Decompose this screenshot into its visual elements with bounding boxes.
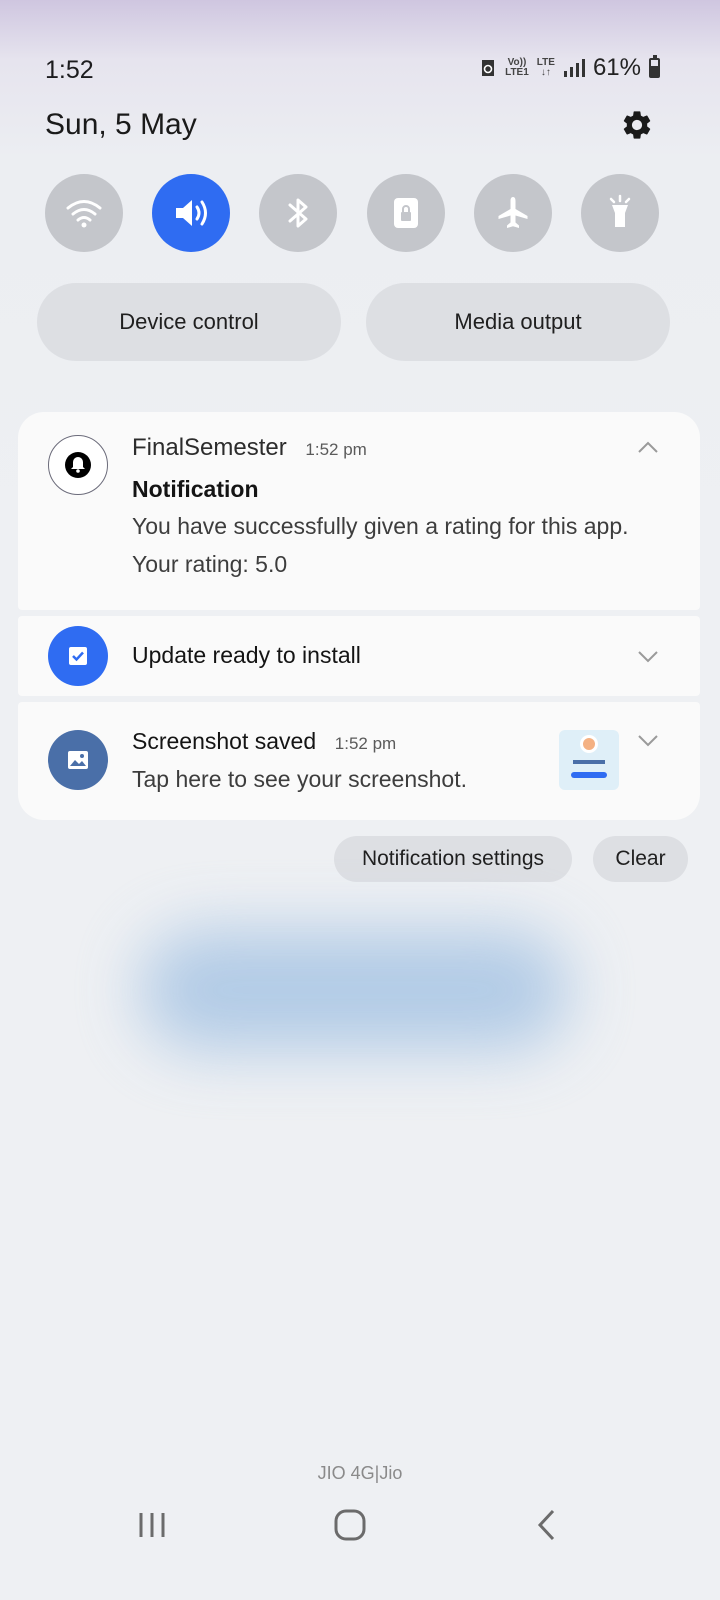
volte-indicator: Vo)) LTE1 xyxy=(505,57,529,78)
screenshot-preview-image xyxy=(571,735,607,778)
battery-icon xyxy=(649,55,660,78)
image-icon xyxy=(68,751,88,769)
status-icons: Vo)) LTE1 LTE ↓↑ 61% xyxy=(479,54,660,82)
home-icon[interactable] xyxy=(333,1508,367,1542)
screenshot-body: Tap here to see your screenshot. xyxy=(132,766,467,792)
carrier-label: JIO 4G|Jio xyxy=(317,1463,403,1483)
recent-apps-icon[interactable] xyxy=(135,1510,169,1540)
sound-toggle[interactable] xyxy=(152,174,230,252)
airplane-toggle[interactable] xyxy=(474,174,552,252)
screenshot-thumbnail[interactable] xyxy=(559,730,619,790)
airplane-icon xyxy=(498,197,528,228)
flashlight-icon xyxy=(609,194,631,227)
date-label: Sun, 5 May xyxy=(45,108,197,141)
notification-time: 1:52 pm xyxy=(305,440,367,459)
update-check-icon xyxy=(69,647,87,665)
notification-card-update[interactable]: Update ready to install xyxy=(18,616,700,696)
device-control-button[interactable]: Device control xyxy=(37,283,341,361)
screenshot-app-icon xyxy=(48,730,108,790)
sync-icon xyxy=(482,60,495,76)
notification-panel: FinalSemester 1:52 pm Notification You h… xyxy=(18,412,700,820)
chevron-up-icon[interactable] xyxy=(637,440,659,454)
flashlight-toggle[interactable] xyxy=(581,174,659,252)
bell-icon xyxy=(65,452,91,478)
media-output-button[interactable]: Media output xyxy=(366,283,670,361)
screenshot-time: 1:52 pm xyxy=(334,734,397,753)
back-icon[interactable] xyxy=(535,1508,559,1542)
notification-settings-button[interactable]: Notification settings xyxy=(334,836,572,882)
gear-icon[interactable] xyxy=(620,108,654,142)
app-name: FinalSemester xyxy=(132,434,287,461)
wifi-icon xyxy=(66,200,102,228)
bluetooth-icon xyxy=(288,198,308,228)
lock-icon xyxy=(394,198,418,228)
notification-title: Notification xyxy=(132,476,259,502)
bluetooth-toggle[interactable] xyxy=(259,174,337,252)
screenshot-title: Screenshot saved xyxy=(132,728,317,754)
volume-icon xyxy=(176,200,207,226)
update-title: Update ready to install xyxy=(132,642,361,668)
status-time: 1:52 xyxy=(45,56,94,84)
lte-indicator: LTE ↓↑ xyxy=(536,57,555,78)
rotation-lock-toggle[interactable] xyxy=(367,174,445,252)
notification-card-screenshot[interactable]: Screenshot saved 1:52 pm Tap here to see… xyxy=(18,702,700,820)
chevron-down-icon[interactable] xyxy=(637,734,659,748)
clear-button[interactable]: Clear xyxy=(593,836,688,882)
wifi-toggle[interactable] xyxy=(45,174,123,252)
notification-card-finalsemester[interactable]: FinalSemester 1:52 pm Notification You h… xyxy=(18,412,700,610)
battery-percent: 61% xyxy=(592,54,641,81)
chevron-down-icon[interactable] xyxy=(637,650,659,664)
notification-body: You have successfully given a rating for… xyxy=(132,513,629,577)
signal-icon xyxy=(563,59,585,77)
app-icon xyxy=(48,435,108,495)
update-app-icon xyxy=(48,626,108,686)
blurred-background xyxy=(140,930,570,1050)
